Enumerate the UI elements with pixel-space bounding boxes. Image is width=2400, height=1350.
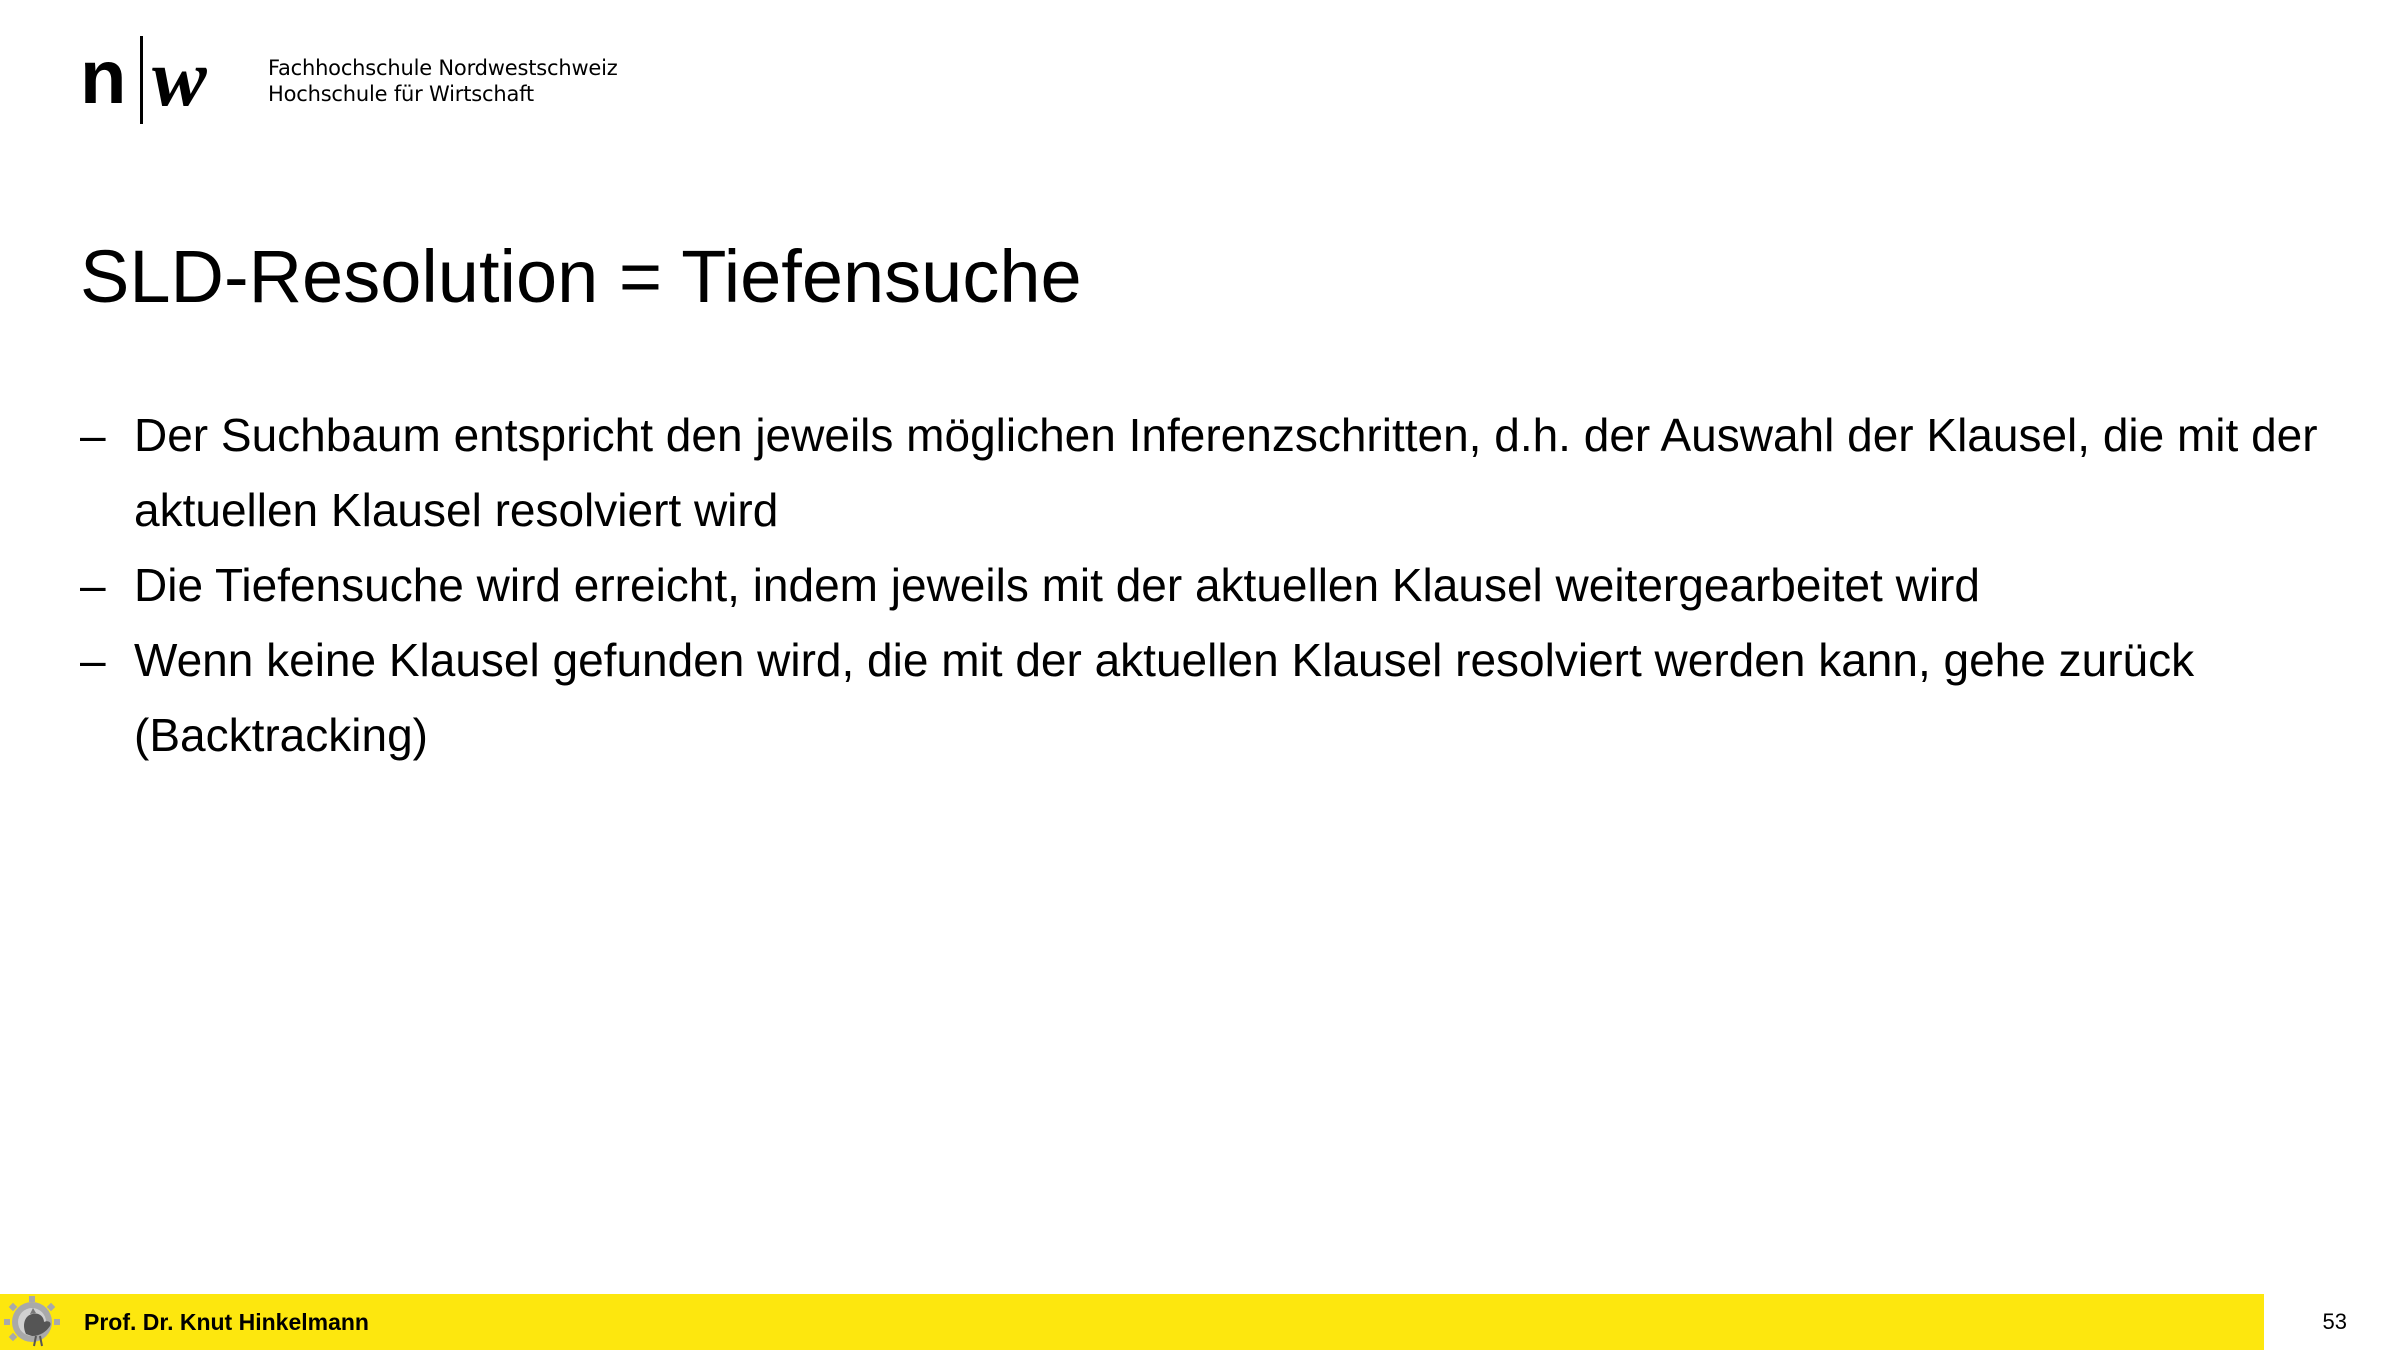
institution-line-1: Fachhochschule Nordwestschweiz [268, 56, 618, 80]
rooster-gear-icon [4, 1296, 60, 1347]
logo-letter-w: w [152, 32, 207, 123]
bullet-dash: – [80, 409, 106, 461]
bullet-item: – Der Suchbaum entspricht den jeweils mö… [80, 398, 2320, 548]
fhnw-logo: n w Fachhochschule Nordwestschweiz Hochs… [80, 36, 680, 124]
logo-letter-n: n [80, 35, 126, 120]
institution-line-2: Hochschule für Wirtschaft [268, 82, 534, 106]
bullet-item: – Die Tiefensuche wird erreicht, indem j… [80, 548, 2320, 623]
bullet-dash: – [80, 559, 106, 611]
bullet-text: Die Tiefensuche wird erreicht, indem jew… [134, 559, 1980, 611]
bullet-dash: – [80, 634, 106, 686]
bullet-text: Der Suchbaum entspricht den jeweils mögl… [134, 409, 2318, 536]
logo-divider [140, 36, 143, 124]
institution-name: Fachhochschule Nordwestschweiz Hochschul… [268, 55, 618, 107]
bullet-text: Wenn keine Klausel gefunden wird, die mi… [134, 634, 2195, 761]
slide-title: SLD-Resolution = Tiefensuche [80, 235, 1082, 318]
footer-author: Prof. Dr. Knut Hinkelmann [84, 1309, 369, 1335]
page-number: 53 [2322, 1309, 2347, 1334]
slide: n w Fachhochschule Nordwestschweiz Hochs… [0, 0, 2400, 1350]
bullet-item: – Wenn keine Klausel gefunden wird, die … [80, 623, 2320, 773]
bullet-list: – Der Suchbaum entspricht den jeweils mö… [80, 398, 2320, 773]
